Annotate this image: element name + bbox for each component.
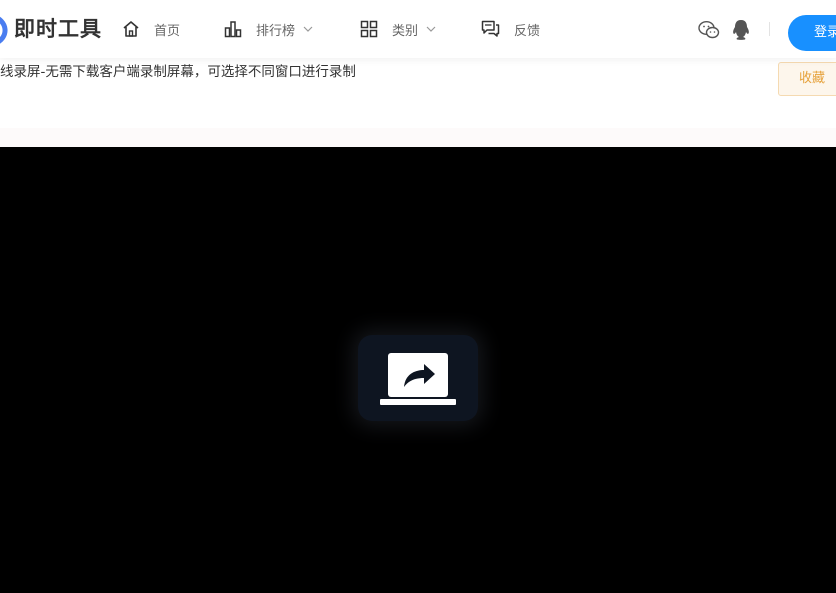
nav-category[interactable]: 类别 — [360, 17, 436, 41]
nav-home-label: 首页 — [154, 23, 181, 39]
wechat-icon[interactable] — [698, 20, 720, 40]
qq-icon[interactable] — [731, 18, 751, 42]
share-screen-button[interactable] — [358, 335, 478, 421]
nav-ranking[interactable]: 排行榜 — [224, 17, 313, 41]
header-divider — [769, 22, 770, 36]
favorite-button[interactable]: 收藏 — [778, 62, 836, 96]
nav-feedback[interactable]: 反馈 — [481, 17, 540, 41]
top-nav: 即时工具 首页 排行榜 类别 反馈 登录 — [0, 0, 836, 58]
chevron-down-icon — [303, 26, 313, 32]
section-separator — [0, 128, 836, 147]
grid-icon — [360, 20, 378, 38]
tool-info: 线录屏-无需下载客户端录制屏幕，可选择不同窗口进行录制 收藏 — [0, 58, 836, 128]
home-icon — [123, 21, 139, 37]
screen-share-player[interactable] — [0, 147, 836, 593]
logo-icon[interactable] — [0, 12, 10, 46]
nav-home[interactable]: 首页 — [122, 17, 180, 41]
tool-description: 线录屏-无需下载客户端录制屏幕，可选择不同窗口进行录制 — [0, 64, 356, 80]
feedback-icon — [481, 20, 500, 37]
chevron-down-icon — [426, 26, 436, 32]
nav-category-label: 类别 — [392, 23, 419, 39]
nav-ranking-label: 排行榜 — [256, 23, 296, 39]
nav-feedback-label: 反馈 — [514, 23, 541, 39]
share-screen-icon — [380, 353, 456, 405]
bar-chart-icon — [224, 21, 242, 38]
login-button[interactable]: 登录 — [788, 15, 836, 51]
logo-text[interactable]: 即时工具 — [14, 13, 102, 43]
